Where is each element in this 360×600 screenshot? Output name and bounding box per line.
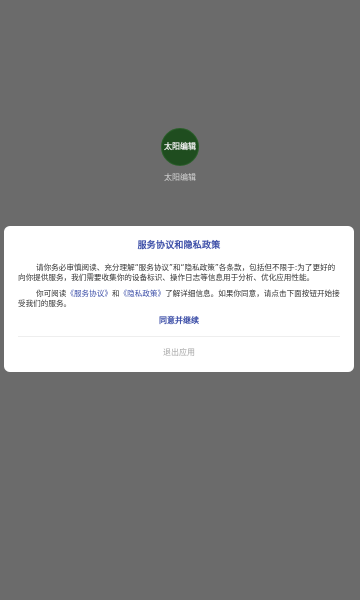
privacy-dialog: 服务协议和隐私政策 请你务必审慎阅读、充分理解“服务协议”和“隐私政策”各条款，… [4,226,354,372]
dialog-body: 请你务必审慎阅读、充分理解“服务协议”和“隐私政策”各条款，包括但不限于:为了更… [18,263,340,309]
service-agreement-link[interactable]: 《服务协议》 [66,289,112,298]
privacy-policy-link[interactable]: 《隐私政策》 [120,289,166,298]
dialog-divider [18,336,340,337]
dialog-paragraph-2: 你可阅读《服务协议》和《隐私政策》了解详细信息。如果你同意，请点击下面按钮开始接… [18,289,340,309]
exit-app-button[interactable]: 退出应用 [18,347,340,358]
agree-button[interactable]: 同意并继续 [18,315,340,326]
app-name: 太阳编辑 [164,173,196,182]
app-header: 太阳编辑 太阳编辑 [0,128,360,183]
app-logo: 太阳编辑 [161,128,199,166]
paragraph-2-and: 和 [111,289,120,298]
paragraph-2-prefix: 你可阅读 [36,289,67,298]
dialog-paragraph-1: 请你务必审慎阅读、充分理解“服务协议”和“隐私政策”各条款，包括但不限于:为了更… [18,263,336,282]
dialog-title: 服务协议和隐私政策 [137,241,221,251]
